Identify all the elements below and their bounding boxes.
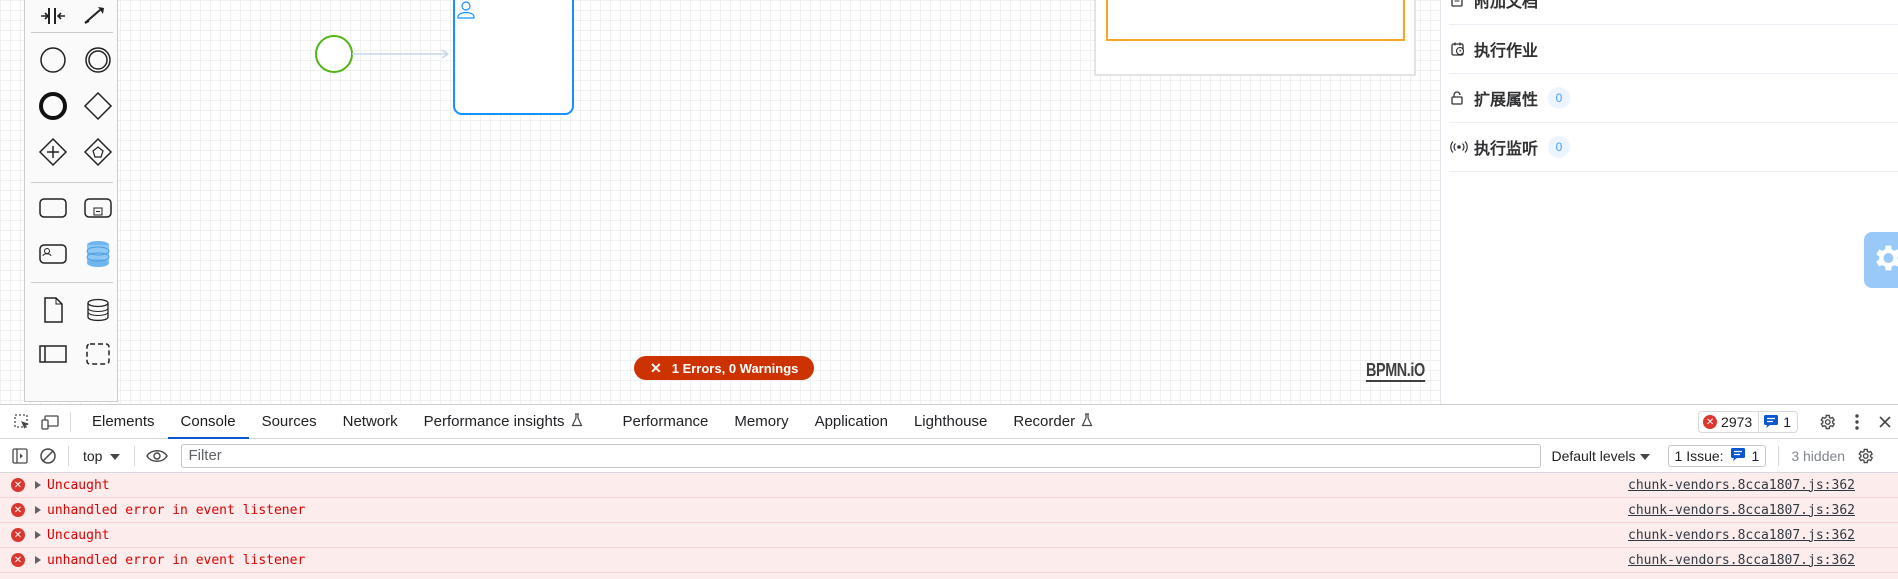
console-messages: ✕ Uncaught chunk-vendors.8cca1807.js:362…	[0, 473, 1898, 579]
broadcast-icon	[1450, 140, 1472, 154]
tab-performance[interactable]: Performance	[610, 405, 722, 438]
console-toolbar: top Filter Default levels 1 Issue: 1 3 h…	[0, 439, 1898, 473]
error-icon: ✕	[11, 503, 25, 517]
devtools-panel: Elements Console Sources Network Perform…	[0, 404, 1898, 579]
gear-icon[interactable]	[1812, 413, 1842, 431]
console-error-row	[0, 573, 1898, 579]
flask-icon	[1081, 412, 1093, 431]
panel-row-label: 执行作业	[1474, 41, 1539, 60]
lint-error-badge[interactable]: ✕ 1 Errors, 0 Warnings	[634, 356, 815, 380]
source-link[interactable]: chunk-vendors.8cca1807.js:362	[1628, 528, 1855, 543]
clock-calendar-icon	[1450, 41, 1472, 57]
expand-arrow-icon[interactable]	[35, 506, 41, 514]
bpmn-io-logo[interactable]: BPMN.iO	[1366, 360, 1425, 382]
console-error-row[interactable]: ✕ unhandled error in event listener chun…	[0, 498, 1898, 523]
issue-counter[interactable]: ✕ 2973 1	[1698, 411, 1798, 433]
bpmn-diagram	[315, 0, 1416, 115]
error-icon: ✕	[11, 478, 25, 492]
dropdown-arrow-icon	[1639, 448, 1650, 464]
document-icon	[1450, 0, 1472, 8]
clear-console-icon[interactable]	[34, 447, 62, 465]
panel-row-label: 附加文档	[1474, 0, 1539, 11]
console-error-row[interactable]: ✕ Uncaught chunk-vendors.8cca1807.js:362	[0, 523, 1898, 548]
gear-icon[interactable]	[1851, 447, 1879, 465]
gear-icon	[1870, 241, 1898, 280]
tab-memory[interactable]: Memory	[721, 405, 801, 438]
devtools-tabbar: Elements Console Sources Network Perform…	[0, 405, 1898, 439]
error-icon: ✕	[1703, 415, 1718, 429]
source-link[interactable]: chunk-vendors.8cca1807.js:362	[1628, 553, 1855, 568]
panel-row-jobs[interactable]: 执行作业 ›	[1449, 25, 1898, 74]
device-toolbar-icon[interactable]	[36, 405, 64, 438]
more-vertical-icon[interactable]	[1842, 414, 1872, 430]
tab-sources[interactable]: Sources	[249, 405, 330, 438]
tab-network[interactable]: Network	[330, 405, 411, 438]
tab-application[interactable]: Application	[802, 405, 901, 438]
dropdown-arrow-icon	[110, 448, 121, 464]
source-link[interactable]: chunk-vendors.8cca1807.js:362	[1628, 503, 1855, 518]
error-icon: ✕	[11, 553, 25, 567]
start-event[interactable]	[315, 35, 353, 73]
issues-button[interactable]: 1 Issue: 1	[1667, 444, 1767, 467]
source-link[interactable]: chunk-vendors.8cca1807.js:362	[1628, 478, 1855, 493]
tab-elements[interactable]: Elements	[79, 405, 168, 438]
tab-lighthouse[interactable]: Lighthouse	[901, 405, 1000, 438]
message-icon	[1763, 414, 1779, 431]
sidebar-toggle-icon[interactable]	[6, 447, 34, 465]
error-count: ✕ 2973	[1698, 411, 1760, 433]
console-error-row[interactable]: ✕ unhandled error in event listener chun…	[0, 548, 1898, 573]
bpmn-canvas[interactable]: ✕ 1 Errors, 0 Warnings BPMN.iO	[0, 0, 1440, 404]
lock-icon	[1450, 90, 1472, 106]
log-levels-dropdown[interactable]: Default levels	[1551, 448, 1650, 464]
properties-panel: 附加文档 › 执行作业 › 扩展属性 0 › 执行监听 0 ›	[1440, 0, 1898, 404]
hidden-count: 3 hidden	[1791, 447, 1846, 464]
context-selector[interactable]: top	[75, 448, 128, 464]
error-icon: ✕	[11, 528, 25, 542]
close-icon[interactable]	[1872, 415, 1898, 429]
expand-arrow-icon[interactable]	[35, 531, 41, 539]
panel-row-label: 执行监听	[1474, 139, 1539, 158]
panel-row-label: 扩展属性	[1474, 90, 1539, 109]
count-badge: 0	[1548, 136, 1571, 158]
user-task[interactable]	[453, 0, 574, 115]
panel-row-extension-properties[interactable]: 扩展属性 0 ›	[1449, 74, 1898, 123]
settings-fab[interactable]	[1864, 232, 1898, 288]
message-count: 1	[1759, 411, 1798, 433]
message-icon	[1730, 447, 1746, 464]
expand-arrow-icon[interactable]	[35, 481, 41, 489]
inspect-element-icon[interactable]	[8, 405, 36, 438]
close-icon: ✕	[650, 359, 662, 376]
filter-input[interactable]: Filter	[181, 443, 1542, 468]
eye-icon[interactable]	[141, 449, 173, 463]
flask-icon	[571, 412, 583, 431]
tab-performance-insights[interactable]: Performance insights	[411, 405, 596, 438]
count-badge: 0	[1548, 87, 1571, 109]
panel-row-attachments[interactable]: 附加文档 ›	[1449, 0, 1898, 25]
minimap[interactable]	[1094, 0, 1416, 76]
tab-recorder[interactable]: Recorder	[1000, 405, 1106, 438]
tab-console[interactable]: Console	[167, 405, 249, 439]
panel-row-execution-listeners[interactable]: 执行监听 0 ›	[1449, 123, 1898, 172]
expand-arrow-icon[interactable]	[35, 556, 41, 564]
console-error-row[interactable]: ✕ Uncaught chunk-vendors.8cca1807.js:362	[0, 473, 1898, 498]
